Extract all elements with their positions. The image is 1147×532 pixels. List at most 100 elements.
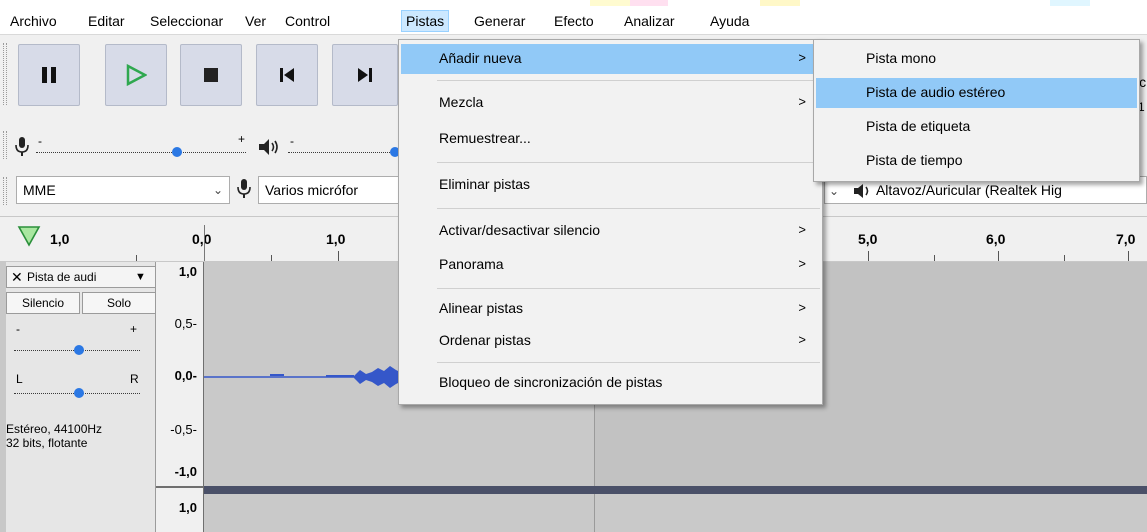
- track-header[interactable]: ✕ Pista de audi ▼: [6, 266, 156, 288]
- device-grip[interactable]: [3, 177, 7, 205]
- mute-button[interactable]: Silencio: [6, 292, 80, 314]
- menu-separator: [437, 208, 820, 209]
- track-name[interactable]: Pista de audi: [27, 267, 96, 287]
- chevron-right-icon: >: [798, 94, 806, 109]
- ruler-tick: [338, 251, 339, 261]
- input-microphone-icon: [237, 179, 251, 198]
- menu-item-ordenar-pistas[interactable]: Ordenar pistas >: [401, 326, 820, 356]
- gain-slider-knob[interactable]: [74, 345, 84, 355]
- menu-item-panorama[interactable]: Panorama >: [401, 250, 820, 280]
- menu-item-label: Panorama: [439, 256, 504, 272]
- menu-item-label: Ordenar pistas: [439, 332, 531, 348]
- record-volume-track[interactable]: [36, 152, 246, 153]
- record-minus-label: -: [38, 134, 42, 148]
- menu-item-mezcla[interactable]: Mezcla >: [401, 88, 820, 118]
- meter-grip[interactable]: [3, 131, 7, 159]
- skip-to-end-icon: [358, 68, 372, 82]
- audio-host-value: MME: [23, 182, 56, 198]
- menu-item-anadir-nueva[interactable]: Añadir nueva >: [401, 44, 820, 74]
- pause-button[interactable]: [18, 44, 80, 106]
- menu-control[interactable]: Control: [281, 11, 334, 33]
- play-minus-label: -: [290, 134, 294, 148]
- add-new-submenu: Pista mono Pista de audio estéreo Pista …: [813, 39, 1140, 182]
- chevron-right-icon: >: [798, 50, 806, 65]
- pause-icon: [42, 67, 56, 83]
- track-divider-bar: [204, 486, 1147, 494]
- toolbar-grip[interactable]: [3, 43, 7, 105]
- region-boundary-lower: [594, 494, 595, 532]
- menu-editar[interactable]: Editar: [84, 11, 129, 33]
- input-device-value: Varios micrófor: [265, 182, 359, 198]
- chevron-right-icon: >: [798, 300, 806, 315]
- close-track-icon[interactable]: ✕: [11, 267, 23, 287]
- ruler-label-5: 5,0: [858, 231, 878, 247]
- track-format-info: Estéreo, 44100Hz: [6, 422, 103, 436]
- pistas-menu: Añadir nueva > Mezcla > Remuestrear... E…: [398, 39, 823, 405]
- ruler-label-neg1: 1,0: [50, 231, 70, 247]
- submenu-item-pista-mono[interactable]: Pista mono: [816, 44, 1137, 74]
- menu-item-bloqueo-sincronizacion[interactable]: Bloqueo de sincronización de pistas: [401, 368, 820, 398]
- menu-item-remuestrear[interactable]: Remuestrear...: [401, 124, 820, 154]
- timeline-play-head-icon: [17, 226, 41, 247]
- track-control-panel: ✕ Pista de audi ▼ Silencio Solo - + L R …: [6, 262, 156, 532]
- menu-ayuda[interactable]: Ayuda: [706, 11, 753, 33]
- track-bit-info: 32 bits, flotante: [6, 436, 88, 450]
- pan-right-label: R: [130, 372, 139, 386]
- ruler-label-1: 1,0: [326, 231, 346, 247]
- pan-left-label: L: [16, 372, 23, 386]
- ruler-tick: [998, 251, 999, 261]
- play-button[interactable]: [105, 44, 167, 106]
- menu-separator: [437, 162, 820, 163]
- menu-item-eliminar-pistas[interactable]: Eliminar pistas: [401, 170, 820, 200]
- gain-minus-label: -: [16, 322, 20, 336]
- menu-separator: [437, 362, 820, 363]
- second-track-area: [204, 494, 1147, 532]
- track-divider: [156, 486, 204, 488]
- menu-item-label: Eliminar pistas: [439, 176, 531, 192]
- menu-pistas[interactable]: Pistas: [401, 10, 450, 32]
- play-volume-track[interactable]: [288, 152, 398, 153]
- scale-label-second-track: 1,0: [178, 500, 197, 515]
- menu-item-label: Añadir nueva: [439, 50, 522, 66]
- submenu-item-pista-audio-estereo[interactable]: Pista de audio estéreo: [816, 78, 1137, 108]
- output-speaker-icon: [853, 184, 869, 199]
- output-device-value: Altavoz/Auricular (Realtek Hig: [875, 182, 1062, 198]
- record-plus-label: +: [238, 132, 246, 146]
- menu-generar[interactable]: Generar: [470, 11, 529, 33]
- skip-to-start-icon: [280, 68, 294, 82]
- menu-item-alinear-pistas[interactable]: Alinear pistas >: [401, 294, 820, 324]
- scale-label-bottom: -1,0: [174, 464, 197, 479]
- menu-item-activar-desactivar-silencio[interactable]: Activar/desactivar silencio >: [401, 216, 820, 246]
- submenu-item-pista-tiempo[interactable]: Pista de tiempo: [816, 146, 1137, 176]
- skip-to-end-button[interactable]: [332, 44, 398, 106]
- menubar: Archivo Editar Seleccionar Ver Control P…: [0, 0, 1147, 34]
- track-menu-dropdown-icon[interactable]: ▼: [135, 267, 146, 287]
- input-device-select[interactable]: Varios micrófor: [258, 176, 400, 204]
- play-start-marker: [204, 225, 205, 261]
- ruler-tick: [868, 251, 869, 261]
- skip-to-start-button[interactable]: [256, 44, 318, 106]
- menu-archivo[interactable]: Archivo: [6, 11, 61, 33]
- scale-label-top: 1,0: [178, 264, 197, 279]
- ruler-tick: [271, 255, 272, 261]
- play-icon: [126, 64, 147, 86]
- menu-separator: [437, 288, 820, 289]
- audio-host-select[interactable]: MME ⌄: [16, 176, 230, 204]
- menu-efecto[interactable]: Efecto: [550, 11, 598, 33]
- menu-item-label: Bloqueo de sincronización de pistas: [439, 374, 663, 390]
- microphone-icon: [15, 137, 29, 156]
- vertical-scale[interactable]: 1,0 0,5- 0,0- -0,5- -1,0 1,0: [156, 262, 204, 532]
- chevron-right-icon: >: [798, 332, 806, 347]
- ruler-tick: [1128, 251, 1129, 261]
- menu-analizar[interactable]: Analizar: [620, 11, 679, 33]
- submenu-item-pista-etiqueta[interactable]: Pista de etiqueta: [816, 112, 1137, 142]
- menu-ver[interactable]: Ver: [241, 11, 270, 33]
- pan-slider-knob[interactable]: [74, 388, 84, 398]
- menu-seleccionar[interactable]: Seleccionar: [146, 11, 227, 33]
- menu-item-label: Remuestrear...: [439, 130, 531, 146]
- stop-button[interactable]: [180, 44, 242, 106]
- chevron-down-icon: ⌄: [212, 183, 223, 197]
- solo-button[interactable]: Solo: [82, 292, 156, 314]
- menu-item-label: Mezcla: [439, 94, 484, 110]
- record-volume-knob[interactable]: [172, 147, 182, 157]
